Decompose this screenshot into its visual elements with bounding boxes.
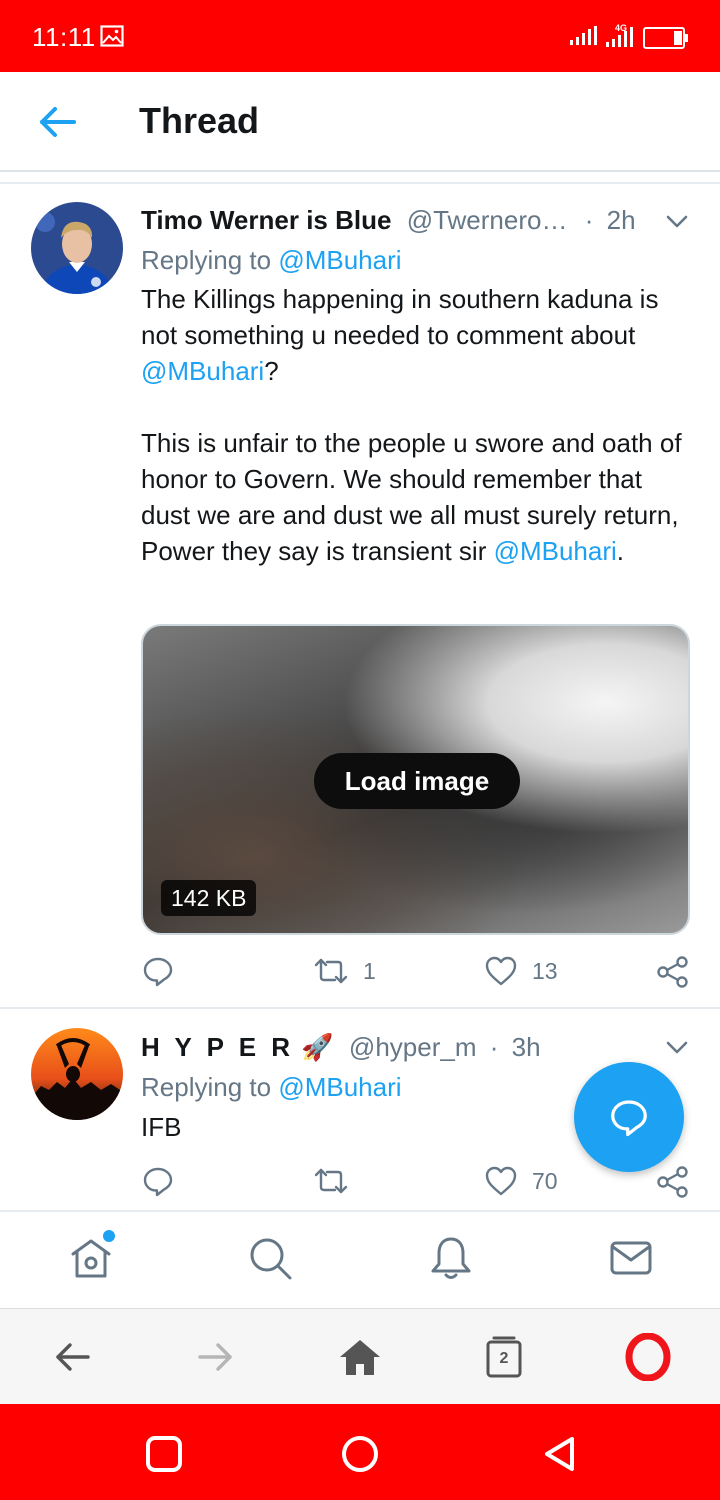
like-count: 13 (532, 957, 558, 984)
tweet-media[interactable]: Load image 142 KB (141, 624, 690, 935)
reply-action[interactable] (142, 1165, 188, 1197)
tweet-text: This is unfair to the people u swore and… (141, 425, 686, 569)
like-action[interactable]: 13 (484, 955, 558, 987)
tweet-text-part: ? (264, 356, 279, 386)
circle-icon (342, 1436, 378, 1472)
separator-dot: · (489, 1032, 499, 1062)
chevron-down-icon[interactable] (664, 208, 690, 234)
battery-icon (643, 27, 688, 49)
mention-link[interactable]: @MBuhari (141, 356, 264, 386)
tweet-time: 3h (511, 1032, 541, 1062)
like-action[interactable]: 70 (484, 1165, 558, 1197)
reply-icon (143, 957, 173, 987)
heart-icon (485, 956, 517, 986)
tab-messages[interactable] (607, 1234, 655, 1282)
square-icon (146, 1436, 182, 1472)
tweet-text-part: The Killings happening in southern kadun… (141, 284, 659, 350)
browser-home-button[interactable] (336, 1333, 384, 1381)
tweet-time: 2h (606, 205, 636, 235)
load-image-button[interactable]: Load image (314, 753, 520, 809)
replying-mention[interactable]: @MBuhari (278, 245, 401, 275)
separator-dot: · (584, 205, 594, 235)
tab-count: 2 (499, 1350, 509, 1367)
status-time: 11:11 (32, 22, 96, 52)
tweet-header: Timo Werner is Blue @Twernero… · 2h (141, 205, 636, 236)
replying-label: Replying to (141, 245, 279, 275)
app-header: Thread (0, 72, 720, 172)
opera-logo-icon (625, 1332, 671, 1382)
browser-forward-button[interactable] (192, 1333, 240, 1381)
avatar-image (31, 202, 123, 294)
tweet-text-part: . (616, 536, 625, 566)
divider (0, 1007, 720, 1009)
retweet-count: 1 (363, 957, 376, 984)
home-filled-icon (340, 1340, 380, 1375)
reply-action[interactable] (142, 955, 188, 987)
like-count: 70 (532, 1167, 558, 1194)
signal-4g-icon: 4G (606, 23, 633, 47)
opera-menu-button[interactable] (624, 1332, 672, 1382)
tab-home[interactable] (67, 1230, 115, 1282)
mail-icon (610, 1241, 652, 1275)
share-action[interactable] (656, 955, 690, 989)
tweet-text: The Killings happening in southern kadun… (141, 281, 686, 389)
retweet-action[interactable]: 1 (313, 955, 376, 987)
replying-label: Replying to (141, 1072, 279, 1102)
tab-search[interactable] (246, 1234, 294, 1282)
reply-icon (143, 1167, 173, 1197)
avatar[interactable] (31, 1028, 123, 1120)
page-title: Thread (139, 100, 260, 141)
heart-icon (485, 1166, 517, 1196)
user-handle: @Twernero… (406, 205, 568, 235)
back-arrow-icon (56, 1343, 90, 1371)
chevron-down-icon[interactable] (664, 1034, 690, 1060)
replying-to: Replying to @MBuhari (141, 245, 402, 276)
divider (0, 182, 720, 184)
replying-to: Replying to @MBuhari (141, 1072, 402, 1103)
media-size-badge: 142 KB (161, 880, 257, 916)
bottom-tab-bar (0, 1210, 720, 1308)
system-nav-bar (0, 1404, 720, 1500)
display-name[interactable]: H Y P E R (141, 1032, 294, 1062)
share-icon (657, 1166, 688, 1198)
reply-bubble-icon (611, 1100, 647, 1137)
recent-apps-button[interactable] (144, 1434, 184, 1474)
home-nav-button[interactable] (340, 1434, 380, 1474)
retweet-action[interactable] (313, 1165, 363, 1197)
retweet-icon (314, 958, 348, 984)
tab-notifications[interactable] (427, 1234, 475, 1282)
tweet-header: H Y P E R 🚀 @hyper_m · 3h (141, 1032, 541, 1063)
avatar[interactable] (31, 202, 123, 294)
search-icon (250, 1238, 292, 1280)
avatar-image (31, 1028, 123, 1120)
user-handle: @hyper_m (348, 1032, 477, 1062)
browser-back-button[interactable] (48, 1333, 96, 1381)
back-arrow-icon[interactable] (36, 102, 80, 142)
share-icon (657, 956, 688, 988)
image-icon (100, 25, 124, 47)
compose-reply-button[interactable] (574, 1062, 684, 1172)
display-name[interactable]: Timo Werner is Blue (141, 205, 391, 235)
triangle-back-icon (545, 1437, 574, 1471)
rocket-icon: 🚀 (301, 1032, 334, 1062)
notification-dot (103, 1230, 115, 1242)
mention-link[interactable]: @MBuhari (494, 536, 617, 566)
back-nav-button[interactable] (540, 1434, 580, 1474)
share-action[interactable] (656, 1165, 690, 1199)
browser-toolbar: 2 (0, 1308, 720, 1404)
forward-arrow-icon (198, 1343, 232, 1371)
replying-mention[interactable]: @MBuhari (278, 1072, 401, 1102)
browser-tabs-button[interactable]: 2 (480, 1333, 528, 1381)
signal-icon (570, 26, 597, 45)
retweet-icon (314, 1168, 348, 1194)
bell-icon (431, 1237, 471, 1279)
status-bar: 11:11 4G (0, 0, 720, 72)
